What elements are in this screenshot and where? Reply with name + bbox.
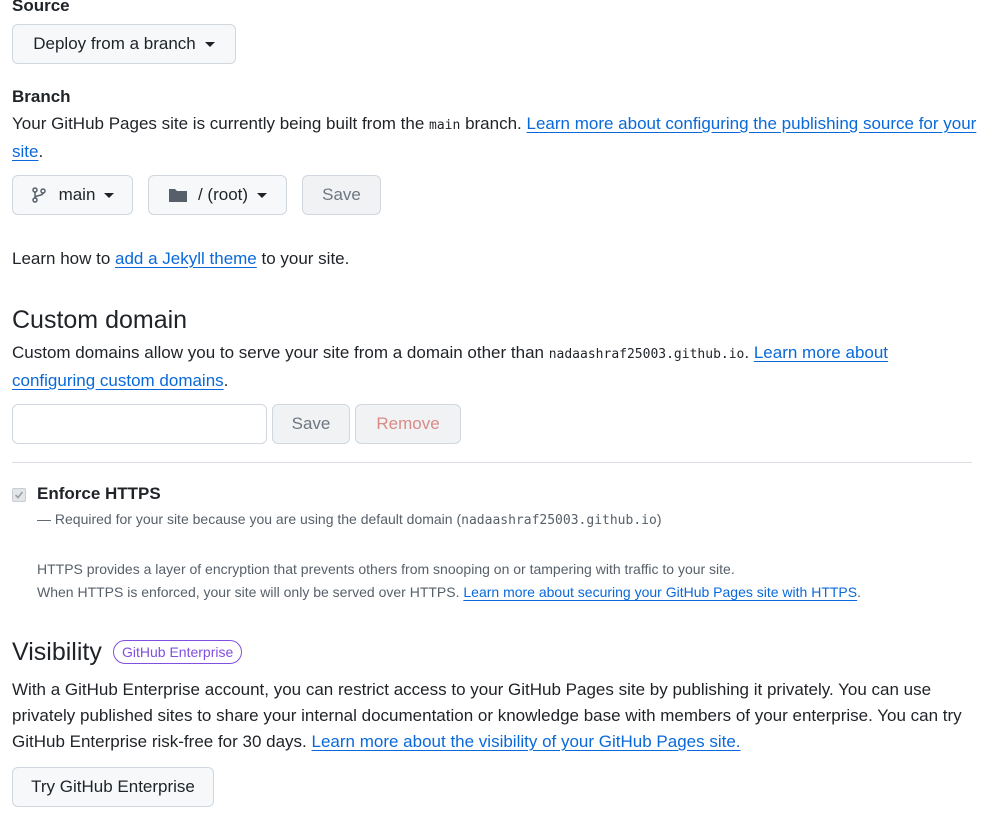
try-github-enterprise-button[interactable]: Try GitHub Enterprise bbox=[12, 767, 214, 807]
https-info-2-text: When HTTPS is enforced, your site will o… bbox=[37, 584, 464, 600]
visibility-heading: Visibility bbox=[12, 638, 102, 666]
section-divider bbox=[12, 462, 972, 463]
custom-domain-remove-button[interactable]: Remove bbox=[355, 404, 461, 444]
branch-select[interactable]: main bbox=[12, 175, 133, 215]
branch-description: Your GitHub Pages site is currently bein… bbox=[12, 111, 977, 165]
https-required-post: ) bbox=[656, 511, 662, 527]
branch-desc-text: Your GitHub Pages site is currently bein… bbox=[12, 114, 430, 133]
jekyll-post: to your site. bbox=[256, 249, 350, 268]
custom-domain-heading: Custom domain bbox=[12, 306, 188, 334]
branch-desc-end: . bbox=[38, 142, 44, 161]
custom-domain-description: Custom domains allow you to serve your s… bbox=[12, 340, 967, 394]
https-domain-code: nadaashraf25003.github.io bbox=[461, 513, 657, 528]
caret-down-icon bbox=[204, 41, 215, 47]
folder-icon bbox=[168, 189, 187, 202]
checkmark-icon bbox=[14, 491, 24, 499]
https-required-pre: — Required for your site because you are… bbox=[37, 511, 462, 527]
github-enterprise-badge: GitHub Enterprise bbox=[113, 640, 243, 664]
default-domain-code: nadaashraf25003.github.io bbox=[548, 347, 745, 362]
jekyll-text: Learn how to add a Jekyll theme to your … bbox=[12, 246, 349, 272]
source-label: Source bbox=[12, 0, 70, 15]
caret-down-icon bbox=[257, 192, 268, 198]
custom-domain-desc-text: Custom domains allow you to serve your s… bbox=[12, 343, 549, 362]
https-info-2: When HTTPS is enforced, your site will o… bbox=[37, 581, 977, 604]
source-dropdown[interactable]: Deploy from a branch bbox=[12, 24, 236, 64]
jekyll-pre: Learn how to bbox=[12, 249, 116, 268]
custom-domain-desc-mid: . bbox=[744, 343, 754, 362]
https-security-link[interactable]: Learn more about securing your GitHub Pa… bbox=[463, 584, 857, 600]
caret-down-icon bbox=[104, 192, 115, 198]
custom-domain-save-button[interactable]: Save bbox=[272, 404, 350, 444]
enforce-https-label: Enforce HTTPS bbox=[37, 484, 161, 503]
custom-domain-desc-end: . bbox=[223, 371, 229, 390]
branch-code: main bbox=[429, 118, 461, 133]
branch-select-label: main bbox=[58, 185, 96, 204]
visibility-learn-more-link[interactable]: Learn more about the visibility of your … bbox=[312, 732, 741, 751]
jekyll-theme-link[interactable]: add a Jekyll theme bbox=[115, 249, 257, 268]
checkbox-icon[interactable] bbox=[12, 488, 26, 502]
https-required-note: — Required for your site because you are… bbox=[37, 508, 661, 532]
branch-desc-mid: branch. bbox=[460, 114, 527, 133]
https-info-2-end: . bbox=[857, 584, 862, 600]
custom-domain-input[interactable] bbox=[12, 404, 267, 444]
git-branch-icon bbox=[31, 187, 46, 203]
source-dropdown-label: Deploy from a branch bbox=[33, 34, 196, 53]
visibility-description: With a GitHub Enterprise account, you ca… bbox=[12, 677, 977, 755]
folder-select-label: / (root) bbox=[197, 185, 249, 204]
branch-label: Branch bbox=[12, 87, 71, 106]
folder-select[interactable]: / (root) bbox=[148, 175, 287, 215]
branch-save-button[interactable]: Save bbox=[302, 175, 381, 215]
https-info-1: HTTPS provides a layer of encryption tha… bbox=[37, 561, 735, 577]
